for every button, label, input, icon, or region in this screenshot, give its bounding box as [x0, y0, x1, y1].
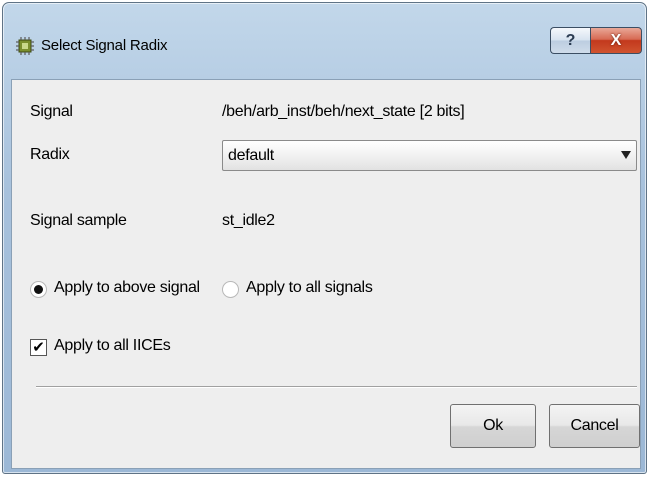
radix-dropdown[interactable]: default	[222, 140, 637, 171]
close-icon: X	[610, 31, 622, 49]
checkmark-icon: ✔	[32, 339, 45, 356]
caption-buttons: ? X	[550, 27, 642, 54]
title-bar[interactable]: Select Signal Radix ? X	[3, 3, 646, 79]
select-signal-radix-dialog: Select Signal Radix ? X Signal /beh/arb_…	[2, 2, 647, 474]
signal-value: /beh/arb_inst/beh/next_state [2 bits]	[222, 103, 465, 120]
signal-sample-label: Signal sample	[30, 212, 127, 229]
apply-above-label[interactable]: Apply to above signal	[54, 279, 200, 297]
help-icon: ?	[565, 31, 576, 49]
help-button[interactable]: ?	[550, 27, 590, 54]
ok-button-label: Ok	[483, 417, 503, 434]
ok-button[interactable]: Ok	[450, 404, 536, 448]
apply-above-radio[interactable]	[30, 281, 47, 298]
signal-label: Signal	[30, 103, 73, 120]
close-button[interactable]: X	[590, 27, 642, 54]
apply-iices-checkbox[interactable]: ✔	[30, 339, 47, 356]
chevron-down-icon	[621, 151, 631, 159]
apply-all-label[interactable]: Apply to all signals	[246, 279, 373, 297]
radix-label: Radix	[30, 146, 70, 163]
divider	[36, 386, 637, 388]
dialog-body: Signal /beh/arb_inst/beh/next_state [2 b…	[11, 79, 641, 469]
cancel-button[interactable]: Cancel	[549, 404, 640, 448]
apply-iices-label[interactable]: Apply to all IICEs	[54, 337, 171, 355]
apply-all-radio[interactable]	[222, 281, 239, 298]
cancel-button-label: Cancel	[570, 417, 619, 434]
signal-sample-value: st_idle2	[222, 212, 275, 229]
radix-selected-value: default	[228, 147, 274, 164]
window-title: Select Signal Radix	[41, 37, 168, 54]
radio-selected-dot	[34, 285, 43, 294]
chip-icon	[16, 37, 34, 55]
